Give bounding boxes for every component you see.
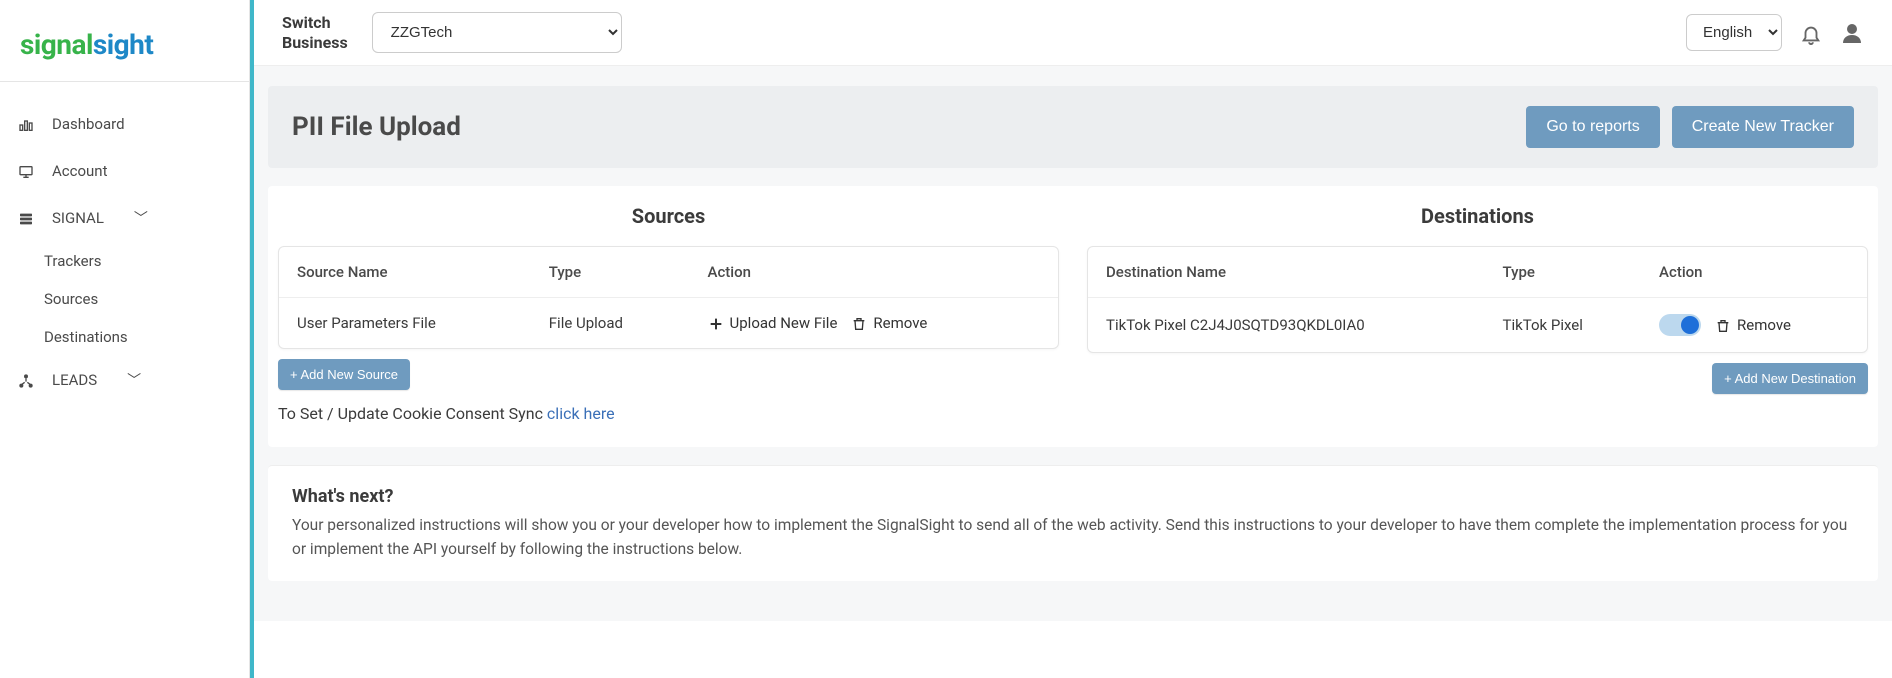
nodes-icon [18,371,40,390]
sidebar-sub-trackers[interactable]: Trackers [0,242,249,280]
plus-icon [708,314,724,332]
sidebar-item-label: Dashboard [52,115,125,133]
destinations-title: Destinations [1087,204,1868,228]
trash-icon [1715,316,1731,334]
upload-label: Upload New File [730,314,838,332]
source-actions: Upload New File Remove [708,314,1040,332]
sidebar-item-label: Account [52,162,108,180]
monitor-icon [18,161,40,180]
sources-panel: Sources Source Name Type Action [278,204,1059,423]
whats-next-heading: What's next? [292,486,1854,507]
table-row: User Parameters File File Upload U [279,298,1058,349]
add-destination-button[interactable]: + Add New Destination [1712,363,1868,394]
chevron-down-icon: ﹀ [134,208,148,228]
sidebar-item-account[interactable]: Account [0,147,249,194]
destinations-header-name: Destination Name [1088,247,1485,298]
logo-text-a: signal [20,28,93,61]
consent-text: To Set / Update Cookie Consent Sync [278,404,547,423]
destination-actions: Remove [1659,314,1849,336]
sidebar-item-label: LEADS [52,371,97,389]
whats-next-body: Your personalized instructions will show… [292,513,1854,561]
sidebar-nav: Dashboard Account SIGNAL ﹀ Trackers Sour… [0,82,249,422]
business-select[interactable]: ZZGTech [372,12,622,53]
sidebar: signalsight Dashboard Account SIGNAL ﹀ T… [0,0,250,678]
logo-text-b: sight [93,28,153,61]
switch-business-label: Switch Business [282,13,348,53]
language-select[interactable]: English [1686,14,1782,51]
sidebar-sub-label: Sources [44,290,98,308]
go-to-reports-button[interactable]: Go to reports [1526,106,1659,148]
add-source-button[interactable]: + Add New Source [278,359,410,390]
create-tracker-button[interactable]: Create New Tracker [1672,106,1854,148]
destinations-table: Destination Name Type Action TikTok Pixe… [1088,247,1867,352]
sources-title: Sources [278,204,1059,228]
chevron-down-icon: ﹀ [127,370,141,390]
sources-header-type: Type [531,247,690,298]
remove-label: Remove [873,314,927,332]
destination-name: TikTok Pixel C2J4J0SQTD93QKDL0IA0 [1088,298,1485,353]
sidebar-item-dashboard[interactable]: Dashboard [0,100,249,147]
whats-next: What's next? Your personalized instructi… [268,465,1878,581]
sources-header-action: Action [690,247,1058,298]
sidebar-sub-label: Destinations [44,328,128,346]
source-name: User Parameters File [279,298,531,349]
trash-icon [851,314,867,332]
remove-destination-link[interactable]: Remove [1715,316,1791,334]
sidebar-sub-destinations[interactable]: Destinations [0,318,249,356]
sidebar-item-label: SIGNAL [52,209,104,227]
sidebar-sub-label: Trackers [44,252,101,270]
upload-new-file-link[interactable]: Upload New File [708,314,838,332]
sidebar-sub-sources[interactable]: Sources [0,280,249,318]
main: Switch Business ZZGTech English PII File… [250,0,1892,678]
destination-type: TikTok Pixel [1485,298,1642,353]
content: PII File Upload Go to reports Create New… [254,66,1892,621]
switch-business-label-line1: Switch [282,13,348,33]
destination-toggle[interactable] [1659,314,1701,336]
remove-label: Remove [1737,316,1791,334]
consent-line: To Set / Update Cookie Consent Sync clic… [278,404,1059,423]
bell-icon[interactable] [1800,20,1822,45]
panels: Sources Source Name Type Action [268,186,1878,447]
destinations-card: Destination Name Type Action TikTok Pixe… [1087,246,1868,353]
switch-business-label-line2: Business [282,33,348,53]
user-icon[interactable] [1840,20,1864,46]
sources-header-name: Source Name [279,247,531,298]
topbar-right: English [1686,14,1864,51]
table-row: TikTok Pixel C2J4J0SQTD93QKDL0IA0 TikTok… [1088,298,1867,353]
remove-source-link[interactable]: Remove [851,314,927,332]
destinations-panel: Destinations Destination Name Type Actio… [1087,204,1868,423]
consent-link[interactable]: click here [547,404,615,423]
sidebar-item-leads[interactable]: LEADS ﹀ [0,356,249,404]
bar-chart-icon [18,114,40,133]
sidebar-item-signal[interactable]: SIGNAL ﹀ [0,194,249,242]
sources-table: Source Name Type Action User Parameters … [279,247,1058,348]
page-title: PII File Upload [292,112,461,142]
database-icon [18,209,40,228]
header-actions: Go to reports Create New Tracker [1526,106,1854,148]
sources-card: Source Name Type Action User Parameters … [278,246,1059,349]
topbar: Switch Business ZZGTech English [254,0,1892,66]
destinations-header-action: Action [1641,247,1867,298]
destinations-header-type: Type [1485,247,1642,298]
source-type: File Upload [531,298,690,349]
page-header: PII File Upload Go to reports Create New… [268,86,1878,168]
logo: signalsight [0,0,249,82]
